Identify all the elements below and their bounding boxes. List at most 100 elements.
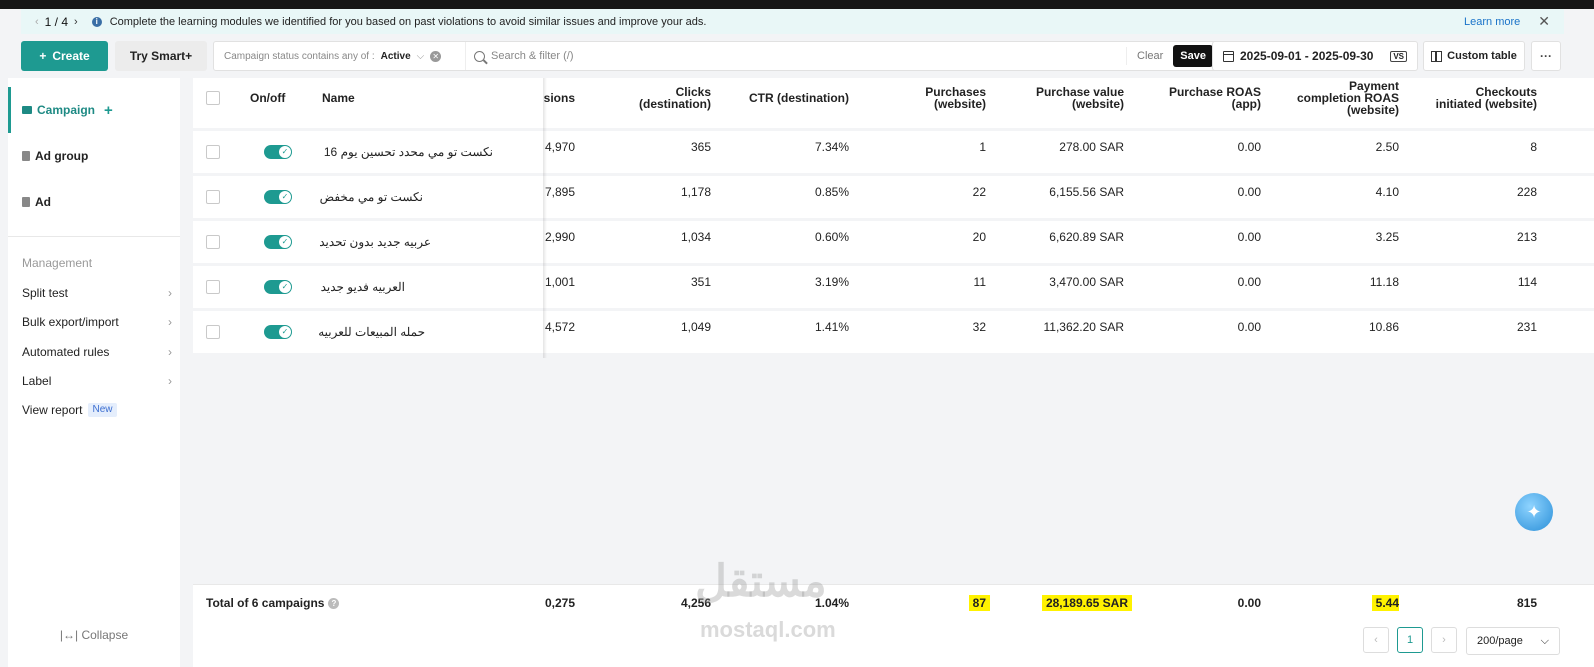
column-header-impressions[interactable]: sions	[533, 92, 575, 104]
help-icon[interactable]: ?	[328, 598, 340, 610]
row-checkbox[interactable]	[206, 235, 220, 249]
cell-ctr: 3.19%	[814, 275, 849, 289]
column-header-name[interactable]: Name	[322, 92, 355, 104]
sidebar-item-ad-group[interactable]: Ad group	[8, 133, 180, 179]
cell-impressions: 2,990	[544, 230, 575, 244]
campaign-name[interactable]: العربيه فديو جديد	[313, 280, 405, 294]
status-toggle[interactable]	[264, 235, 292, 249]
chevron-down-icon: ⌵	[1540, 634, 1549, 647]
table-row[interactable]: نكست تو مي محدد تحسين يوم 16 4,970 365 7…	[193, 131, 1594, 173]
close-icon[interactable]: ✕	[1538, 13, 1550, 30]
sidebar-item-split-test[interactable]: Split test ›	[22, 286, 172, 300]
cell-roas-app: 0.00	[1237, 275, 1261, 289]
frozen-column-divider	[543, 78, 547, 358]
folder-icon	[22, 106, 32, 114]
cell-impressions: 4,970	[544, 140, 575, 154]
create-button[interactable]: + Create	[21, 41, 108, 71]
save-button[interactable]: Save	[1173, 45, 1213, 67]
sidebar-item-label: Bulk export/import	[22, 315, 119, 329]
table-row[interactable]: العربيه فديو جديد 1,001 351 3.19% 11 3,4…	[193, 266, 1594, 308]
select-all-checkbox[interactable]	[206, 91, 220, 105]
status-toggle[interactable]	[264, 145, 292, 159]
row-checkbox[interactable]	[206, 190, 220, 204]
learn-more-link[interactable]: Learn more	[1464, 16, 1520, 28]
cell-ctr: 0.85%	[814, 185, 849, 199]
cell-clicks: 1,049	[680, 320, 711, 334]
chevron-down-icon[interactable]: ⌵	[417, 51, 425, 62]
row-checkbox[interactable]	[206, 145, 220, 159]
cell-checkouts: 114	[1517, 275, 1537, 289]
filter-prefix: Campaign status contains any of :	[224, 50, 375, 62]
compare-toggle[interactable]: VS	[1390, 50, 1407, 62]
header-line: (website)	[1071, 97, 1124, 111]
status-toggle[interactable]	[264, 325, 292, 339]
try-smart-button[interactable]: Try Smart+	[115, 41, 207, 71]
sidebar-item-bulk-export-import[interactable]: Bulk export/import ›	[22, 315, 172, 329]
custom-table-button[interactable]: Custom table	[1423, 41, 1525, 71]
status-toggle[interactable]	[264, 190, 292, 204]
column-header-purchases[interactable]: Purchases (website)	[886, 86, 986, 110]
column-header-purchase-roas-app[interactable]: Purchase ROAS (app)	[1143, 86, 1261, 110]
sidebar-item-ad[interactable]: Ad	[8, 179, 180, 225]
sidebar-item-label-menu[interactable]: Label ›	[22, 374, 172, 388]
cell-purchase-value: 11,362.20 SAR	[1043, 320, 1124, 334]
total-purchase-value: 28,189.65 SAR	[1004, 595, 1132, 611]
clear-button[interactable]: Clear	[1126, 47, 1173, 65]
cell-payment-roas: 3.25	[1375, 230, 1399, 244]
notice-banner: ‹ 1 / 4 › i Complete the learning module…	[21, 9, 1564, 34]
cell-purchases: 1	[979, 140, 986, 154]
cell-checkouts: 213	[1516, 230, 1537, 244]
cell-ctr: 0.60%	[814, 230, 849, 244]
window-top-bar	[0, 0, 1594, 9]
campaign-table: On/off Name sions Clicks (destination) C…	[193, 78, 1594, 623]
column-header-checkouts[interactable]: Checkouts initiated (website)	[1417, 86, 1537, 110]
prev-page-button[interactable]: ‹	[1363, 627, 1389, 653]
column-header-payment-roas[interactable]: Payment completion ROAS (website)	[1279, 80, 1399, 116]
total-purchase-value-text: 28,189.65 SAR	[1041, 595, 1132, 611]
assistant-icon[interactable]: ✦	[1515, 493, 1553, 531]
sidebar-item-campaign[interactable]: Campaign +	[8, 87, 180, 133]
custom-table-label: Custom table	[1447, 50, 1517, 62]
page-number-button[interactable]: 1	[1397, 627, 1423, 653]
table-row[interactable]: عربيه جديد بدون تحديد 2,990 1,034 0.60% …	[193, 221, 1594, 263]
row-checkbox[interactable]	[206, 325, 220, 339]
search-input[interactable]: Search & filter (/)	[466, 50, 1126, 62]
column-header-clicks[interactable]: Clicks (destination)	[611, 86, 711, 110]
campaign-name[interactable]: حمله المبيعات للعربيه	[313, 325, 425, 339]
chevron-right-icon[interactable]: ›	[74, 16, 78, 28]
cell-purchases: 11	[973, 275, 986, 289]
cell-roas-app: 0.00	[1237, 140, 1261, 154]
sidebar-item-automated-rules[interactable]: Automated rules ›	[22, 345, 172, 359]
table-row[interactable]: حمله المبيعات للعربيه 4,572 1,049 1.41% …	[193, 311, 1594, 353]
table-columns-icon	[1431, 50, 1443, 62]
table-row[interactable]: نكست تو مي مخفض 7,895 1,178 0.85% 22 6,1…	[193, 176, 1594, 218]
chevron-left-icon[interactable]: ‹	[35, 16, 39, 28]
cell-impressions: 4,572	[544, 320, 575, 334]
collapse-button[interactable]: |↔| Collapse	[8, 628, 180, 642]
cell-ctr: 1.41%	[814, 320, 849, 334]
column-header-purchase-value[interactable]: Purchase value (website)	[1004, 86, 1124, 110]
column-header-ctr[interactable]: CTR (destination)	[733, 92, 849, 104]
add-campaign-icon[interactable]: +	[104, 102, 113, 119]
notice-message: Complete the learning modules we identif…	[109, 15, 707, 28]
campaign-name[interactable]: نكست تو مي محدد تحسين يوم 16	[313, 145, 493, 159]
chevron-right-icon: ›	[168, 315, 172, 329]
campaign-name[interactable]: عربيه جديد بدون تحديد	[313, 235, 431, 249]
status-filter-chip[interactable]: Campaign status contains any of : Active…	[214, 42, 466, 70]
chevron-right-icon: ›	[168, 345, 172, 359]
cell-clicks: 1,034	[680, 230, 711, 244]
row-checkbox[interactable]	[206, 280, 220, 294]
column-header-onoff[interactable]: On/off	[250, 92, 285, 104]
date-range-picker[interactable]: 2025-09-01 - 2025-09-30 VS	[1212, 41, 1418, 71]
cell-payment-roas: 11.18	[1369, 275, 1399, 289]
more-options-button[interactable]: ···	[1531, 41, 1561, 71]
clear-filter-icon[interactable]: ✕	[430, 50, 442, 62]
campaign-name[interactable]: نكست تو مي مخفض	[313, 190, 423, 204]
header-line: (website)	[933, 97, 986, 111]
total-impressions: 0,275	[544, 596, 575, 610]
sidebar-item-view-report[interactable]: View report New	[22, 403, 172, 417]
cell-purchase-value: 3,470.00 SAR	[1049, 275, 1124, 289]
status-toggle[interactable]	[264, 280, 292, 294]
next-page-button[interactable]: ›	[1431, 627, 1457, 653]
page-size-select[interactable]: 200/page ⌵	[1466, 627, 1560, 655]
